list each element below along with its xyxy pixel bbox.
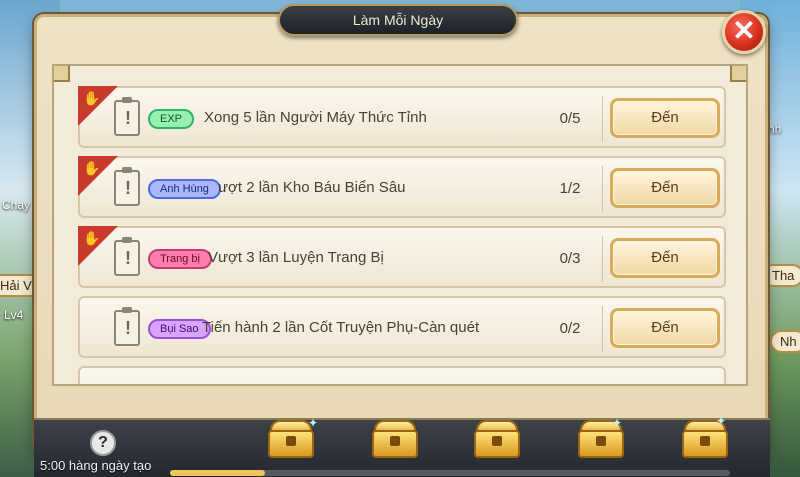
- task-description: Tiến hành 2 lần Cốt Truyện Phụ-Càn quét: [202, 319, 480, 336]
- divider: [602, 236, 603, 282]
- go-button[interactable]: Đến: [610, 168, 720, 208]
- task-row-partial: [78, 366, 726, 384]
- thumb-icon: ✋: [83, 230, 101, 246]
- reset-time-text: 5:00 hàng ngày tạo: [40, 458, 152, 473]
- close-button[interactable]: ✕: [722, 10, 766, 54]
- reward-chest[interactable]: ✦: [578, 416, 624, 458]
- thumb-icon: ✋: [83, 160, 101, 176]
- activity-progress-bar: [170, 470, 730, 476]
- corner-ornament: [730, 66, 746, 82]
- sparkle-icon: ✦: [308, 416, 319, 430]
- help-button[interactable]: ?: [90, 430, 116, 456]
- clipboard-icon: !: [114, 97, 140, 136]
- clipboard-icon: !: [114, 237, 140, 276]
- task-list[interactable]: ✋ ! EXP Xong 5 lần Người Máy Thức Tỉnh 0…: [52, 64, 748, 386]
- reward-chest[interactable]: [372, 420, 418, 458]
- go-button[interactable]: Đến: [610, 98, 720, 138]
- task-description: Xong 5 lần Người Máy Thức Tỉnh: [204, 109, 427, 126]
- divider: [602, 306, 603, 352]
- clipboard-icon: !: [114, 167, 140, 206]
- task-tag: Trang bị: [148, 249, 212, 269]
- bg-label: nh: [768, 122, 782, 136]
- task-progress: 0/3: [559, 250, 581, 267]
- reward-chest[interactable]: [474, 420, 520, 458]
- reward-chest[interactable]: ✦: [268, 416, 318, 458]
- sparkle-icon: ✦: [612, 416, 623, 430]
- task-tag: EXP: [148, 109, 195, 129]
- reward-chest[interactable]: ✦: [682, 414, 728, 458]
- bg-tag: Nh: [770, 330, 800, 353]
- task-progress: 1/2: [559, 180, 581, 197]
- bg-label: Chạy t: [2, 198, 37, 212]
- task-description: ượt 2 lần Kho Báu Biển Sâu: [218, 179, 406, 196]
- divider: [602, 96, 603, 142]
- corner-ornament: [54, 66, 70, 82]
- sparkle-icon: ✦: [716, 414, 727, 428]
- task-progress: 0/5: [559, 110, 581, 127]
- activity-progress-fill: [170, 470, 266, 476]
- dialog-title: Làm Mỗi Ngày: [278, 4, 518, 36]
- task-progress: 0/2: [559, 320, 581, 337]
- task-row: ! Bụi Sao Tiến hành 2 lần Cốt Truyện Phụ…: [78, 296, 726, 358]
- clipboard-icon: !: [114, 307, 140, 346]
- task-description: Vượt 3 lần Luyện Trang Bị: [208, 249, 384, 266]
- task-tag: Anh Hùng: [148, 179, 221, 199]
- close-icon: ✕: [732, 15, 756, 46]
- go-button[interactable]: Đến: [610, 308, 720, 348]
- task-row: ✋ ! EXP Xong 5 lần Người Máy Thức Tỉnh 0…: [78, 86, 726, 148]
- bg-level: Lv4: [4, 308, 24, 322]
- divider: [602, 166, 603, 212]
- task-row: ✋ ! Anh Hùng ượt 2 lần Kho Báu Biển Sâu …: [78, 156, 726, 218]
- task-row: ✋ ! Trang bị Vượt 3 lần Luyện Trang Bị 0…: [78, 226, 726, 288]
- go-button[interactable]: Đến: [610, 238, 720, 278]
- thumb-icon: ✋: [83, 90, 101, 106]
